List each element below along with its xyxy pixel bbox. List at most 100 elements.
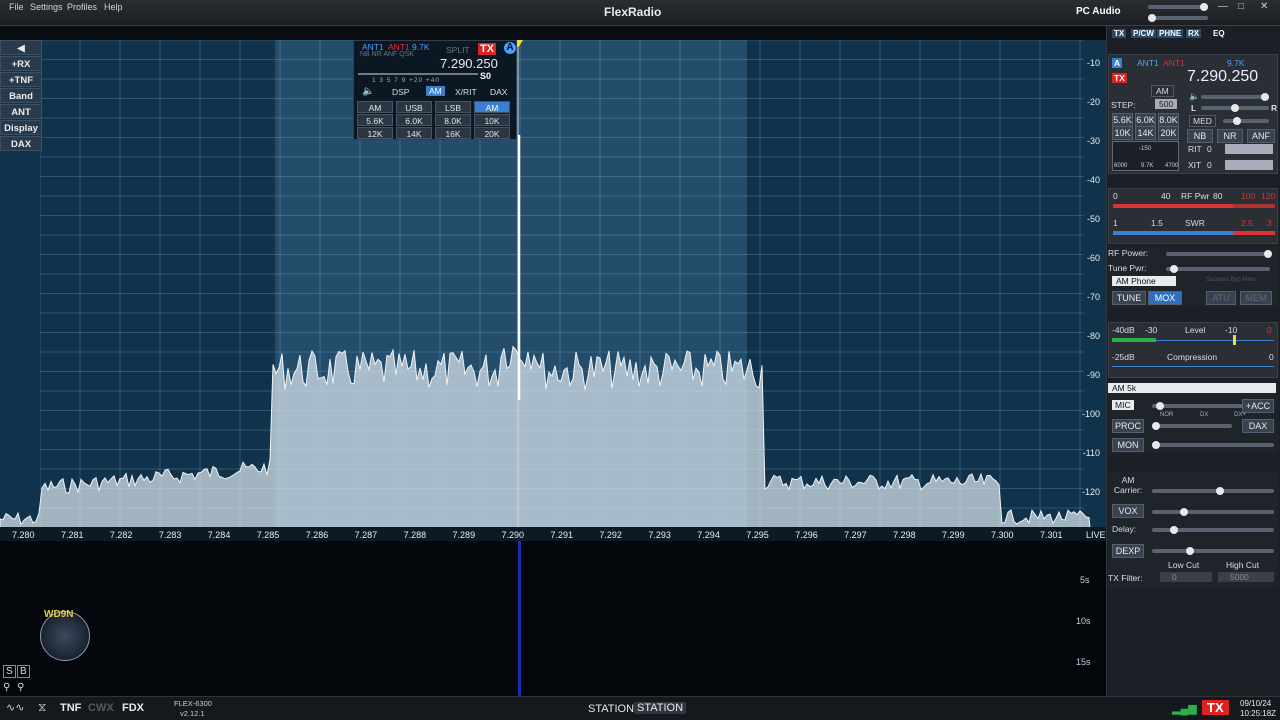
menu-help[interactable]: Help — [104, 2, 123, 12]
rp-tx-ant[interactable]: ANT1 — [1163, 58, 1185, 68]
tab-xrit[interactable]: X/RIT — [455, 87, 477, 97]
collapse-arrow-icon[interactable]: ◀ — [0, 40, 42, 55]
mox-button[interactable]: MOX — [1148, 291, 1182, 305]
am-carrier-slider[interactable] — [1152, 487, 1274, 495]
tx-slice-button[interactable]: TX — [478, 43, 497, 55]
add-rx-button[interactable]: +RX — [0, 56, 42, 71]
filter-5-6k[interactable]: 5.6K — [357, 114, 393, 126]
filter-8-0k[interactable]: 8.0K — [435, 114, 471, 126]
rp-rit-label[interactable]: RIT — [1188, 144, 1202, 154]
vox-delay-slider[interactable] — [1152, 526, 1274, 534]
rp-rx-ant[interactable]: ANT1 — [1137, 58, 1159, 68]
dax-tx-button[interactable]: DAX — [1242, 419, 1274, 433]
mode-usb-button[interactable]: USB — [396, 101, 432, 113]
rx-frequency-display[interactable]: 7.290.250 — [440, 56, 498, 71]
dax-button[interactable]: DAX — [0, 136, 42, 151]
mode-select[interactable]: AM — [357, 101, 393, 113]
split-button[interactable]: SPLIT — [446, 45, 470, 55]
zoom-out-icon[interactable]: ⚲ — [3, 682, 10, 693]
filter-16k[interactable]: 16K — [435, 127, 471, 139]
rp-rit-offset-field[interactable] — [1225, 144, 1273, 154]
headphone-volume-slider[interactable] — [1148, 14, 1208, 22]
live-label[interactable]: LIVE — [1086, 530, 1106, 540]
atu-button[interactable]: ATU — [1206, 291, 1236, 305]
rp-frequency-display[interactable]: 7.290.250 — [1187, 68, 1258, 86]
tab-phne[interactable]: PHNE — [1157, 29, 1184, 38]
rp-nb-button[interactable]: NB — [1187, 129, 1213, 143]
waterfall[interactable]: 5s 10s 15s WD9N S B ⚲ ⚲ — [0, 541, 1106, 696]
proc-button[interactable]: PROC — [1112, 419, 1144, 433]
rp-pan-slider[interactable] — [1201, 104, 1269, 112]
speaker-icon[interactable]: 🔈 — [362, 86, 374, 97]
acc-button[interactable]: +ACC — [1242, 399, 1274, 413]
maximize-button[interactable]: □ — [1238, 1, 1244, 12]
monitor-gain-slider[interactable] — [1152, 441, 1274, 449]
rx-tx-badge[interactable]: TX — [1112, 73, 1127, 83]
station-name[interactable]: STATION — [634, 702, 687, 714]
tx-filter-low-field[interactable]: 0 — [1160, 572, 1212, 582]
menu-settings[interactable]: Settings — [30, 2, 63, 12]
filter-20k[interactable]: 20K — [474, 127, 510, 139]
close-button[interactable]: ✕ — [1260, 1, 1268, 12]
rp-nr-button[interactable]: NR — [1217, 129, 1243, 143]
mode-lsb-button[interactable]: LSB — [435, 101, 471, 113]
filter-12k[interactable]: 12K — [357, 127, 393, 139]
mon-button[interactable]: MON — [1112, 438, 1144, 452]
cwx-toggle[interactable]: CWX — [88, 702, 114, 714]
tab-mode[interactable]: AM — [426, 86, 445, 96]
rp-filter-10k[interactable]: 10K — [1112, 126, 1133, 140]
rf-power-slider[interactable] — [1166, 250, 1272, 258]
mic-gain-slider[interactable] — [1152, 402, 1244, 410]
rp-anf-button[interactable]: ANF — [1247, 129, 1275, 143]
rp-filter-14k[interactable]: 14K — [1135, 126, 1156, 140]
ant-button[interactable]: ANT — [0, 104, 42, 119]
s-button[interactable]: S — [3, 665, 16, 678]
tab-tx[interactable]: TX — [1112, 29, 1127, 38]
rp-speaker-icon[interactable]: 🔈 — [1189, 91, 1200, 102]
dexp-level-slider[interactable] — [1152, 547, 1274, 555]
rp-filter-8-0k[interactable]: 8.0K — [1158, 113, 1179, 127]
rp-filter-6-0k[interactable]: 6.0K — [1135, 113, 1156, 127]
waveform-icon[interactable]: ∿∿ — [6, 701, 24, 714]
rp-step-value[interactable]: 500 — [1155, 99, 1178, 109]
fdx-toggle[interactable]: FDX — [122, 702, 144, 714]
filter-10k[interactable]: 10K — [474, 114, 510, 126]
tnf-toggle[interactable]: TNF — [60, 702, 81, 714]
rp-agc-select[interactable]: MED — [1189, 115, 1216, 127]
rp-filter-20k[interactable]: 20K — [1158, 126, 1179, 140]
tab-dax[interactable]: DAX — [490, 87, 507, 97]
rp-audio-gain-slider[interactable] — [1201, 93, 1269, 101]
mem-button[interactable]: MEM — [1240, 291, 1272, 305]
tab-pcw[interactable]: P/CW — [1131, 29, 1156, 38]
mic-source-select[interactable]: MIC — [1112, 400, 1134, 410]
display-button[interactable]: Display — [0, 120, 42, 135]
tune-button[interactable]: TUNE — [1112, 291, 1146, 305]
zoom-in-icon[interactable]: ⚲ — [17, 682, 24, 693]
dexp-button[interactable]: DEXP — [1112, 544, 1144, 558]
tab-dsp[interactable]: DSP — [392, 87, 409, 97]
menu-file[interactable]: File — [9, 2, 24, 12]
filter-14k[interactable]: 14K — [396, 127, 432, 139]
rp-filter-5-6k[interactable]: 5.6K — [1112, 113, 1133, 127]
filter-6-0k[interactable]: 6.0K — [396, 114, 432, 126]
tune-power-slider[interactable] — [1166, 265, 1270, 273]
band-button[interactable]: Band — [0, 88, 42, 103]
tx-profile-select[interactable]: AM Phone — [1112, 276, 1176, 286]
add-tnf-button[interactable]: +TNF — [0, 72, 42, 87]
vox-level-slider[interactable] — [1152, 508, 1274, 516]
mode-am-button[interactable]: AM — [474, 101, 510, 113]
b-button[interactable]: B — [17, 665, 30, 678]
minimize-button[interactable]: — — [1218, 1, 1228, 12]
rp-filter-shape-graphic[interactable]: -150 6000 9.7K 4700 — [1112, 141, 1179, 171]
proc-level-slider[interactable] — [1152, 422, 1232, 430]
rp-mode-select[interactable]: AM — [1151, 85, 1174, 97]
rp-xit-offset-field[interactable] — [1225, 160, 1273, 170]
tx-filter-high-field[interactable]: 5000 — [1218, 572, 1274, 582]
menu-profiles[interactable]: Profiles — [67, 2, 97, 12]
tx-indicator[interactable]: TX — [1202, 700, 1229, 715]
rp-xit-label[interactable]: XIT — [1188, 160, 1201, 170]
rp-agc-threshold-slider[interactable] — [1223, 117, 1269, 125]
phone-profile-select[interactable]: AM 5k — [1108, 383, 1276, 393]
tab-rx[interactable]: RX — [1186, 29, 1202, 38]
vox-button[interactable]: VOX — [1112, 504, 1144, 518]
